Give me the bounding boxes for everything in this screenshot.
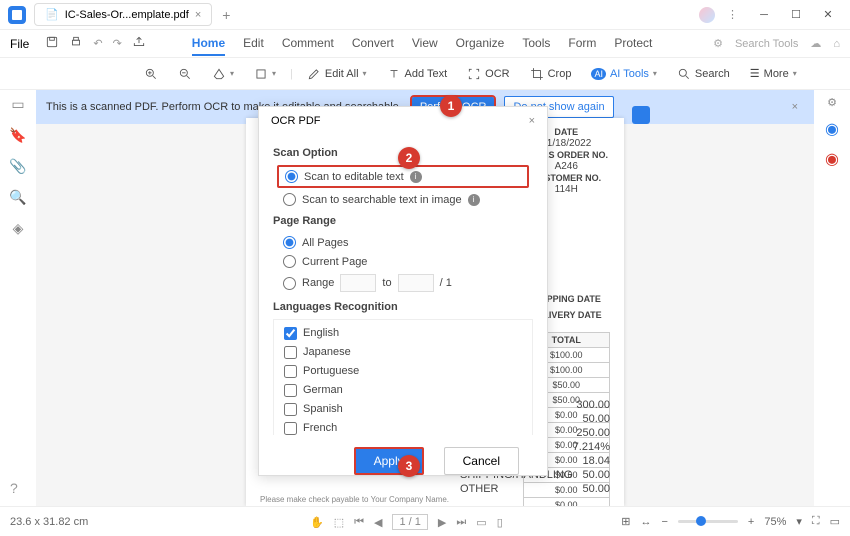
lang-german[interactable]: German — [284, 381, 522, 400]
read-mode-icon[interactable]: ▭ — [830, 515, 840, 528]
page-dimensions: 23.6 x 31.82 cm — [10, 516, 88, 528]
tab-title: IC-Sales-Or...emplate.pdf — [65, 9, 189, 21]
view-mode-icon[interactable]: ▭ — [476, 516, 486, 529]
scan-searchable-radio[interactable]: Scan to searchable text in imagei — [273, 190, 533, 209]
hand-tool-icon[interactable]: ✋ — [310, 516, 324, 529]
add-text-button[interactable]: Add Text — [381, 64, 454, 84]
callout-3: 3 — [398, 455, 420, 477]
ai-sidebar-icon[interactable]: ◉ — [825, 119, 839, 139]
view-mode-icon[interactable]: ▯ — [497, 516, 503, 529]
lang-french[interactable]: French — [284, 419, 522, 435]
minimize-button[interactable]: ─ — [750, 3, 778, 27]
attachments-icon[interactable]: 📎 — [9, 158, 26, 175]
search-button[interactable]: Search — [671, 64, 736, 84]
save-icon[interactable] — [45, 35, 59, 52]
languages-label: Languages Recognition — [273, 301, 533, 313]
range-from-input[interactable] — [340, 274, 376, 292]
more-button[interactable]: ☰ More▾ — [744, 64, 803, 83]
fit-page-icon[interactable]: ⊞ — [621, 515, 630, 528]
language-list[interactable]: English Japanese Portuguese German Spani… — [273, 319, 533, 435]
file-menu[interactable]: File — [10, 37, 29, 51]
page-range-label: Page Range — [273, 215, 533, 227]
tab-organize[interactable]: Organize — [456, 32, 505, 56]
range-to-input[interactable] — [398, 274, 434, 292]
range-radio[interactable]: Range to / 1 — [273, 271, 533, 295]
bookmarks-icon[interactable]: 🔖 — [9, 127, 26, 144]
maximize-button[interactable]: ☐ — [782, 3, 810, 27]
ai-chat-icon[interactable]: ◉ — [825, 149, 839, 169]
home-icon[interactable]: ⌂ — [833, 38, 840, 50]
tab-form[interactable]: Form — [568, 32, 596, 56]
zoom-in-button[interactable] — [138, 64, 164, 84]
callout-1: 1 — [440, 95, 462, 117]
undo-icon[interactable]: ↶ — [93, 37, 102, 50]
cancel-button[interactable]: Cancel — [444, 447, 519, 475]
prev-page-icon[interactable]: ◀ — [374, 516, 382, 529]
all-pages-radio[interactable]: All Pages — [273, 233, 533, 252]
highlight-tool[interactable]: ▾ — [206, 64, 240, 84]
doc-type-badge — [632, 106, 650, 124]
user-avatar[interactable] — [699, 7, 715, 23]
share-icon[interactable] — [132, 35, 146, 52]
dialog-title: OCR PDF — [271, 115, 321, 127]
lang-japanese[interactable]: Japanese — [284, 343, 522, 362]
info-icon[interactable]: i — [468, 194, 480, 206]
tab-home[interactable]: Home — [192, 32, 225, 56]
ai-tools-button[interactable]: AIAI Tools▾ — [585, 65, 662, 83]
close-tab-icon[interactable]: × — [195, 9, 201, 21]
ocr-button[interactable]: OCR — [461, 64, 515, 84]
crop-button[interactable]: Crop — [524, 64, 578, 84]
properties-icon[interactable]: ⚙ — [827, 96, 837, 109]
help-icon[interactable]: ? — [10, 480, 18, 496]
info-icon[interactable]: i — [410, 171, 422, 183]
scan-editable-radio[interactable]: Scan to editable texti — [277, 165, 529, 188]
search-tools-icon: ⚙ — [713, 37, 723, 50]
edit-all-button[interactable]: Edit All▾ — [301, 64, 373, 84]
cloud-icon[interactable]: ☁ — [810, 37, 821, 50]
thumbnails-icon[interactable]: ▭ — [11, 96, 24, 113]
dialog-close-icon[interactable]: × — [529, 115, 535, 127]
shape-tool[interactable]: ▾ — [248, 64, 282, 84]
fit-width-icon[interactable]: ↔ — [640, 516, 651, 528]
select-tool-icon[interactable]: ⬚ — [334, 516, 344, 529]
redo-icon[interactable]: ↷ — [113, 37, 122, 50]
tab-comment[interactable]: Comment — [282, 32, 334, 56]
search-tools[interactable]: Search Tools — [735, 38, 798, 50]
banner-close-icon[interactable]: × — [786, 101, 804, 113]
tab-edit[interactable]: Edit — [243, 32, 264, 56]
search-panel-icon[interactable]: 🔍 — [9, 189, 26, 206]
lang-spanish[interactable]: Spanish — [284, 400, 522, 419]
current-page-radio[interactable]: Current Page — [273, 252, 533, 271]
callout-2: 2 — [398, 147, 420, 169]
first-page-icon[interactable]: ⏮ — [354, 516, 364, 529]
tab-protect[interactable]: Protect — [614, 32, 652, 56]
tab-view[interactable]: View — [412, 32, 438, 56]
lang-english[interactable]: English — [284, 324, 522, 343]
file-icon: 📄 — [45, 8, 59, 21]
fullscreen-icon[interactable]: ⛶ — [812, 515, 820, 528]
close-window-button[interactable]: ✕ — [814, 3, 842, 27]
zoom-slider[interactable] — [678, 520, 738, 523]
more-options-icon[interactable]: ⋮ — [719, 8, 746, 21]
document-tab[interactable]: 📄 IC-Sales-Or...emplate.pdf × — [34, 3, 212, 26]
zoom-out-button[interactable] — [172, 64, 198, 84]
next-page-icon[interactable]: ▶ — [438, 516, 446, 529]
layers-icon[interactable]: ◈ — [13, 220, 24, 237]
print-icon[interactable] — [69, 35, 83, 52]
tab-convert[interactable]: Convert — [352, 32, 394, 56]
add-tab-button[interactable]: + — [222, 7, 230, 23]
lang-portuguese[interactable]: Portuguese — [284, 362, 522, 381]
app-logo — [8, 6, 26, 24]
zoom-in-icon[interactable]: + — [748, 516, 754, 528]
zoom-level[interactable]: 75% — [764, 516, 786, 528]
last-page-icon[interactable]: ⏭ — [456, 516, 466, 529]
zoom-out-icon[interactable]: − — [661, 516, 667, 528]
tab-tools[interactable]: Tools — [522, 32, 550, 56]
